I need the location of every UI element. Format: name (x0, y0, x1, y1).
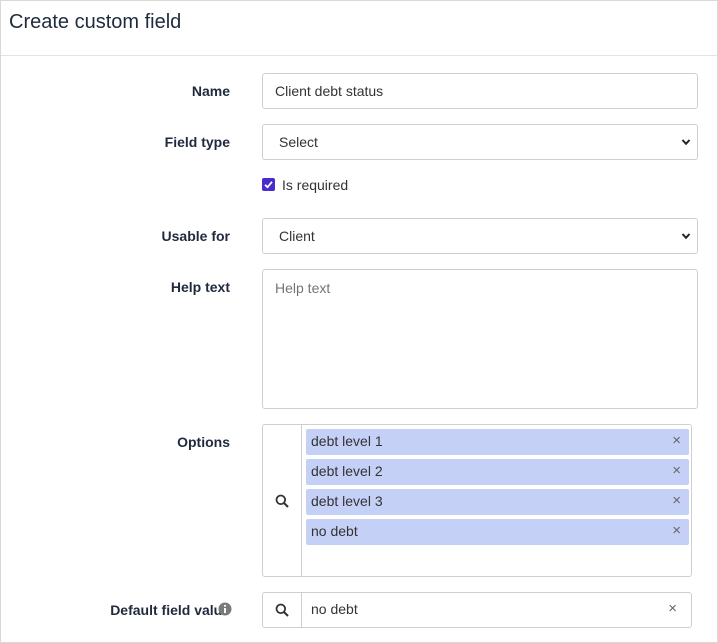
options-label: Options (177, 434, 230, 450)
search-icon (275, 494, 289, 508)
option-tag: no debt × (306, 519, 689, 545)
info-icon[interactable] (218, 602, 232, 616)
options-search-cell[interactable] (263, 425, 302, 576)
remove-option-button[interactable]: × (672, 432, 681, 449)
usable-for-select[interactable]: Client (262, 218, 698, 254)
option-tag: debt level 1 × (306, 429, 689, 455)
options-multiselect[interactable]: debt level 1 × debt level 2 × debt level… (262, 424, 692, 577)
help-text-label: Help text (170, 279, 230, 295)
clear-default-value-button[interactable]: × (668, 600, 677, 617)
is-required-checkbox[interactable] (262, 178, 275, 191)
option-tag-label: debt level 2 (311, 463, 383, 479)
remove-option-button[interactable]: × (672, 462, 681, 479)
usable-for-value: Client (279, 228, 315, 244)
name-label: Name (191, 83, 230, 99)
default-value-text: no debt (311, 601, 358, 617)
default-value-search-cell[interactable] (263, 593, 302, 627)
field-type-value: Select (279, 134, 318, 150)
field-type-select[interactable]: Select (262, 124, 698, 160)
option-tag: debt level 2 × (306, 459, 689, 485)
custom-field-panel: Create custom field Name Field type Sele… (0, 0, 718, 643)
option-tag: debt level 3 × (306, 489, 689, 515)
search-icon (275, 603, 289, 617)
option-tag-label: no debt (311, 523, 358, 539)
option-tag-label: debt level 3 (311, 493, 383, 509)
help-text-input[interactable] (262, 269, 698, 409)
check-icon (264, 181, 273, 189)
panel-header: Create custom field (1, 1, 717, 56)
usable-for-label: Usable for (161, 228, 230, 244)
is-required-label: Is required (282, 177, 349, 193)
default-value-select[interactable]: no debt × (262, 592, 692, 628)
chevron-down-icon (681, 139, 691, 146)
name-input[interactable] (262, 73, 698, 109)
default-value-label: Default field value (110, 602, 230, 618)
chevron-down-icon (681, 233, 691, 240)
field-type-label: Field type (164, 134, 230, 150)
option-tag-label: debt level 1 (311, 433, 383, 449)
remove-option-button[interactable]: × (672, 492, 681, 509)
page-title: Create custom field (9, 11, 182, 33)
remove-option-button[interactable]: × (672, 522, 681, 539)
